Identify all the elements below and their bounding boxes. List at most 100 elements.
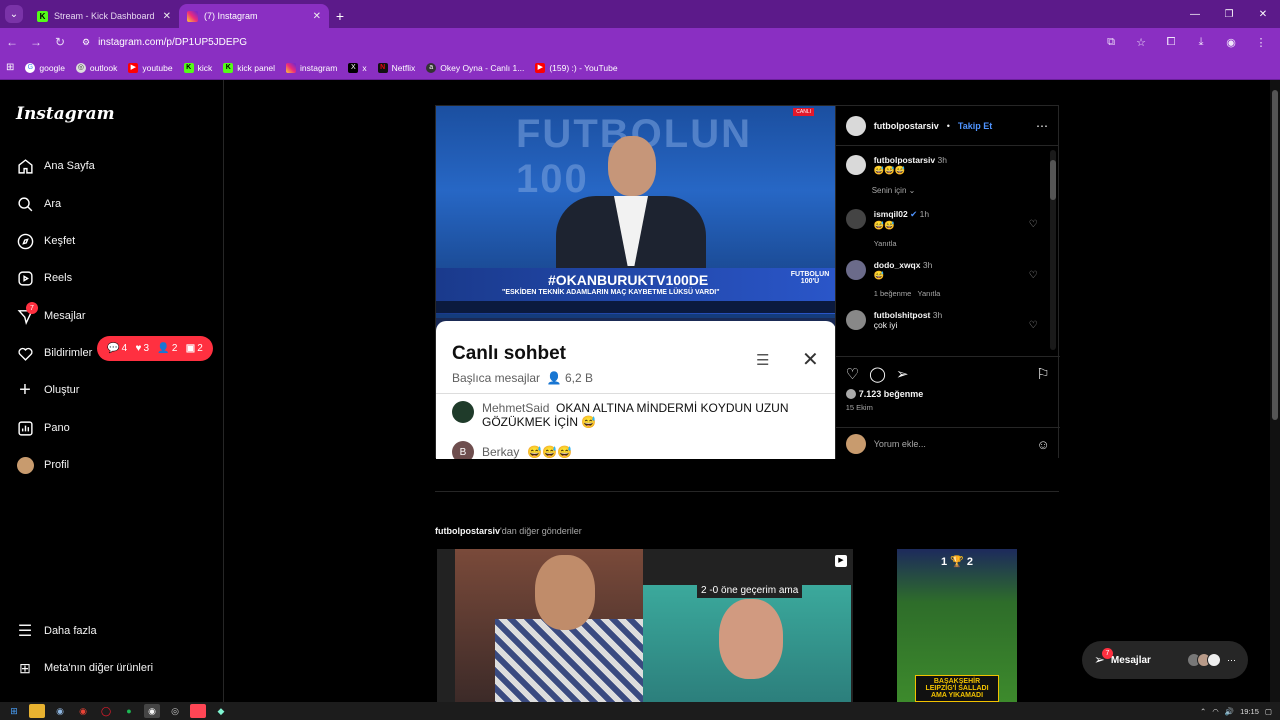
site-info-icon[interactable]: ⚙ (82, 37, 90, 48)
extensions-icon[interactable]: ⧠ (1158, 31, 1184, 53)
notification-icon[interactable]: ▢ (1265, 707, 1272, 716)
streamlabs-icon[interactable]: ◆ (213, 704, 229, 718)
comment-likes[interactable]: 1 beğenme (874, 289, 912, 298)
bookmark-instagram[interactable]: instagram (286, 62, 337, 73)
avatar[interactable] (845, 155, 866, 175)
like-count[interactable]: 7.123 beğenme (845, 389, 1050, 399)
file-explorer-icon[interactable] (29, 704, 45, 718)
bookmark-kick-panel[interactable]: Kkick panel (223, 62, 275, 73)
opera-icon[interactable]: ◯ (98, 704, 114, 718)
reload-button[interactable]: ↻ (48, 30, 72, 54)
more-options-icon[interactable]: ⋯ (1036, 119, 1048, 133)
bookmark-youtube[interactable]: ▶ youtube (128, 62, 173, 73)
steam-icon[interactable]: ◉ (52, 704, 68, 718)
okey-icon: a (426, 62, 437, 73)
forward-button[interactable]: → (24, 30, 48, 54)
minimize-button[interactable]: — (1178, 0, 1212, 28)
add-comment-bar: Yorum ekle... ☺ (835, 427, 1060, 460)
comment-item: futbolshitpost 3h çok iyi ♡ (845, 310, 1042, 331)
sidebar-item-messages[interactable]: 7 Mesajlar (16, 302, 86, 328)
bookmark-x[interactable]: Xx (348, 62, 367, 73)
messenger-icon: 7 (16, 302, 38, 325)
comment-icon[interactable]: ◯ (869, 365, 886, 383)
download-icon[interactable]: ⤓ (1188, 31, 1214, 53)
chrome-icon[interactable]: ◉ (75, 704, 91, 718)
windows-start-icon[interactable]: ⊞ (6, 704, 22, 718)
live-tag: CANLI (793, 108, 814, 116)
sidebar-item-profile[interactable]: Profil (16, 453, 69, 477)
instagram-logo[interactable]: Instagram (16, 104, 115, 124)
instagram-sidebar: Instagram Ana Sayfa Ara Keşfet Reels 7 M… (0, 80, 224, 702)
sidebar-item-explore[interactable]: Keşfet (16, 229, 75, 253)
sidebar-item-notifications[interactable]: Bildirimler (16, 341, 92, 365)
follow-button[interactable]: Takip Et (958, 121, 992, 131)
avatar[interactable] (845, 209, 866, 229)
like-comment-icon[interactable]: ♡ (1029, 219, 1038, 230)
bookmark-star-icon[interactable]: ☆ (1128, 31, 1154, 53)
tab-search-button[interactable]: ⌄ (5, 5, 23, 23)
new-tab-button[interactable]: + (329, 5, 351, 27)
volume-icon[interactable]: 🔊 (1225, 707, 1234, 716)
install-app-icon[interactable]: ⧉ (1098, 31, 1124, 53)
sidebar-item-reels[interactable]: Reels (16, 266, 72, 290)
youtube-icon: ▶ (535, 62, 546, 73)
notifications-summary-badge[interactable]: 💬 4 ♥ 3 👤 2 ▣ 2 (97, 336, 213, 361)
apps-grid-icon[interactable]: ⊞ (6, 62, 14, 73)
close-icon[interactable]: ✕ (313, 11, 321, 22)
like-icon[interactable]: ♡ (846, 365, 859, 383)
avatar[interactable] (845, 310, 866, 330)
kebab-menu-icon[interactable]: ⋮ (1248, 31, 1274, 53)
reply-button[interactable]: Yanıtla (918, 289, 941, 298)
emoji-icon[interactable]: ☺ (1036, 437, 1049, 452)
wifi-icon[interactable]: ◠ (1212, 707, 1219, 716)
more-posts-heading: futbolpostarsiv'dan diğer gönderiler (435, 526, 582, 536)
spotify-icon[interactable]: ● (121, 704, 137, 718)
chevron-up-icon[interactable]: ⌃ (1200, 707, 1206, 716)
sidebar-item-home[interactable]: Ana Sayfa (16, 154, 95, 178)
like-comment-icon[interactable]: ♡ (1029, 270, 1038, 281)
back-button[interactable]: ← (0, 30, 24, 54)
avatar (845, 434, 866, 454)
tab-kick-dashboard[interactable]: K Stream - Kick Dashboard ✕ (29, 4, 179, 28)
person-icon: 👤 (157, 343, 170, 354)
comments-scrollbar[interactable] (1050, 150, 1056, 350)
avatar[interactable] (845, 260, 866, 280)
profile-avatar[interactable]: ◉ (1218, 31, 1244, 53)
avatar (845, 389, 856, 399)
share-icon[interactable]: ➢ (896, 365, 909, 383)
post-media[interactable]: FUTBOLUN 100 CANLI #OKANBURUKTV100DE "ES… (436, 106, 835, 459)
sidebar-item-more[interactable]: ☰ Daha fazla (16, 619, 97, 643)
bookmark-kick[interactable]: Kkick (183, 62, 212, 73)
close-window-button[interactable]: ✕ (1246, 0, 1280, 28)
obs-icon[interactable]: ◎ (167, 704, 183, 718)
page-scrollbar[interactable] (1270, 80, 1280, 702)
sidebar-item-dashboard[interactable]: Pano (16, 416, 70, 440)
valorant-icon[interactable] (190, 704, 206, 718)
compass-icon (16, 232, 34, 250)
sidebar-item-create[interactable]: + Oluştur (16, 378, 79, 402)
restore-button[interactable]: ❐ (1212, 0, 1246, 28)
bookmark-icon[interactable]: ⚐ (1036, 365, 1049, 383)
address-bar[interactable]: ⚙ instagram.com/p/DP1UP5JDEPG (76, 31, 1090, 53)
bookmark-youtube-159[interactable]: ▶ (159) :) - YouTube (535, 62, 618, 73)
bookmark-netflix[interactable]: N Netflix (377, 62, 415, 73)
clock[interactable]: 19:15 (1240, 707, 1259, 716)
bookmark-google[interactable]: Ggoogle (25, 62, 65, 73)
post-username[interactable]: futbolpostarsiv (874, 121, 939, 131)
comment-input[interactable]: Yorum ekle... (874, 439, 926, 449)
messages-floating-button[interactable]: ➢ 7 Mesajlar ⋯ (1082, 641, 1248, 679)
avatar[interactable] (845, 115, 866, 136)
post-thumbnail[interactable]: 2 -0 öne geçerim ama ▶ (437, 549, 853, 702)
post-thumbnail[interactable]: 1 🏆 2 BAŞAKŞEHİR LEIPZIG'İ SALLADI AMA Y… (857, 549, 1057, 702)
chrome-active-icon[interactable]: ◉ (144, 704, 160, 718)
sidebar-item-search[interactable]: Ara (16, 192, 61, 216)
close-icon[interactable]: ✕ (163, 11, 171, 22)
reply-button[interactable]: Yanıtla (874, 239, 897, 248)
tab-instagram[interactable]: (7) Instagram ✕ (179, 4, 329, 28)
bookmark-okey[interactable]: a Okey Oyna - Canlı 1... (426, 62, 524, 73)
bookmark-outlook[interactable]: ◎ outlook (75, 62, 117, 73)
sidebar-item-meta-products[interactable]: ⊞ Meta'nın diğer ürünleri (16, 656, 153, 680)
sort-dropdown[interactable]: Senin için ⌄ (872, 186, 1042, 195)
like-comment-icon[interactable]: ♡ (1029, 320, 1038, 331)
kick-icon: K (223, 62, 234, 73)
